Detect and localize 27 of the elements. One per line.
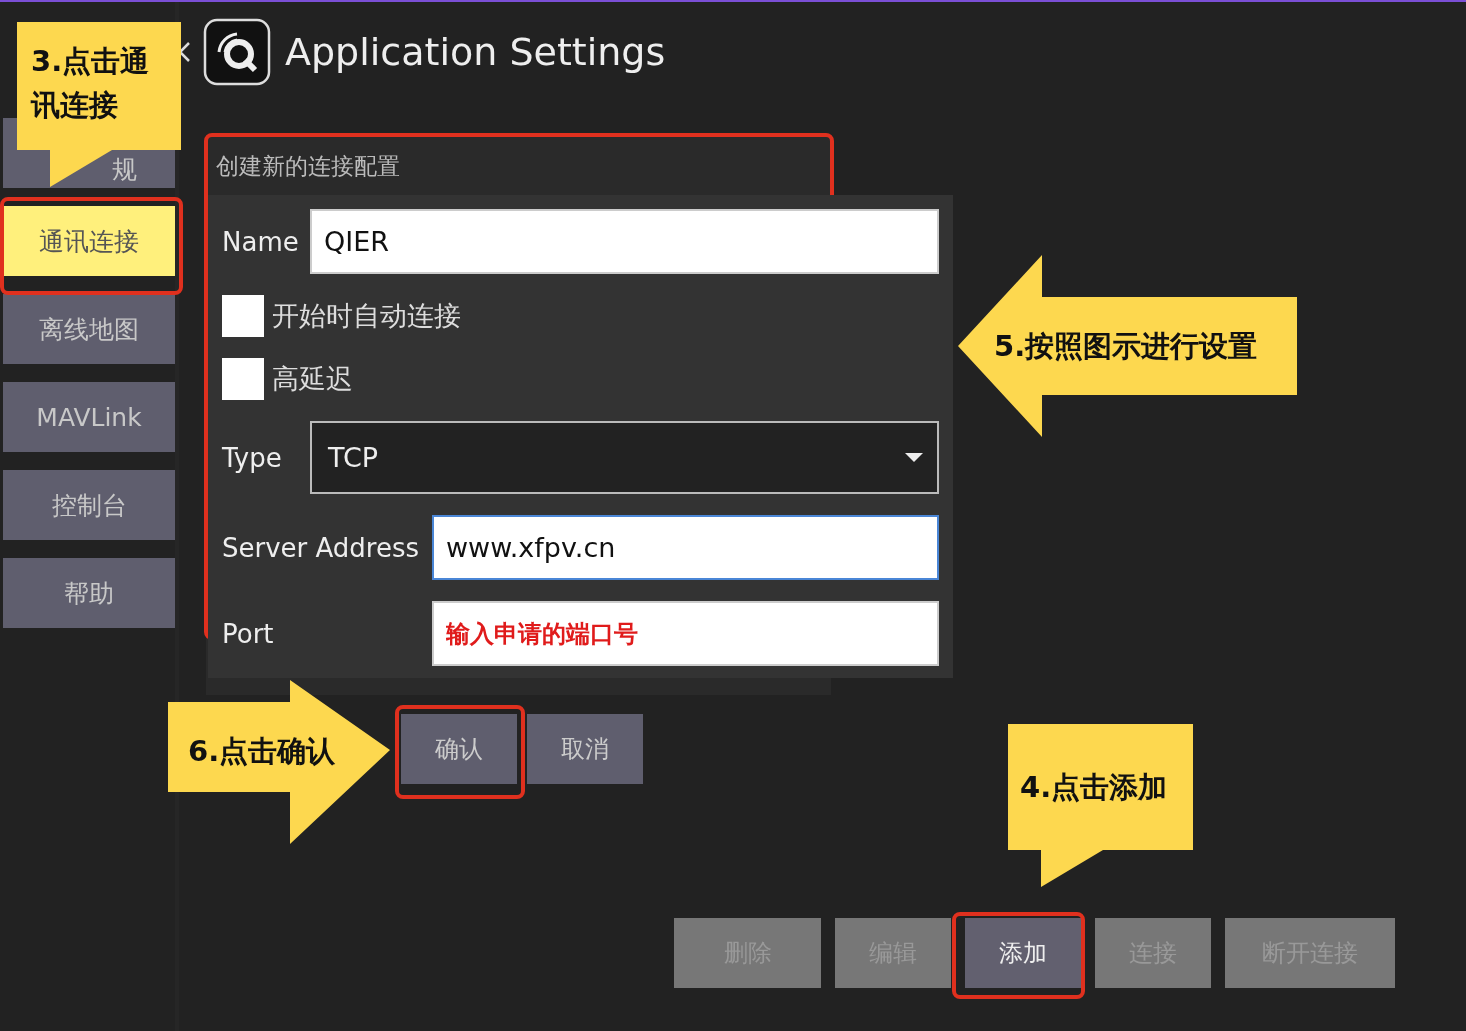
sidebar-item[interactable]: 帮助	[3, 558, 175, 628]
callout-tooltip: 5.按照图示进行设置	[958, 255, 1297, 437]
input-field[interactable]: www.xfpv.cn	[432, 515, 939, 580]
sidebar-item[interactable]: 控制台	[3, 470, 175, 540]
field-label: Server Address	[222, 532, 421, 563]
sidebar-item[interactable]: 离线地图	[3, 294, 175, 364]
dialog-button[interactable]: 取消	[527, 714, 643, 784]
logo-icon	[203, 18, 271, 86]
field-label: Type	[222, 442, 283, 473]
sidebar-item[interactable]: MAVLink	[3, 382, 175, 452]
checkbox-label: 高延迟	[272, 362, 353, 396]
field-label: Port	[222, 618, 275, 649]
panel-title: 创建新的连接配置	[216, 153, 400, 179]
checkbox[interactable]	[222, 295, 264, 337]
callout-tooltip: 4.点击添加	[1008, 724, 1193, 887]
checkbox[interactable]	[222, 358, 264, 400]
sidebar-item[interactable]: 通讯连接	[3, 206, 175, 276]
field-label: Name	[222, 226, 300, 257]
input-field[interactable]: 输入申请的端口号	[432, 601, 939, 666]
checkbox-label: 开始时自动连接	[272, 299, 461, 333]
callout-tooltip: 6.点击确认	[168, 680, 390, 844]
dialog-button[interactable]: 确认	[401, 714, 517, 784]
action-button[interactable]: 添加	[965, 918, 1081, 988]
input-field[interactable]: QIER	[310, 209, 939, 274]
type-dropdown[interactable]: TCP	[310, 421, 939, 494]
page-title: Application Settings	[285, 30, 666, 74]
caret-icon	[905, 452, 923, 463]
